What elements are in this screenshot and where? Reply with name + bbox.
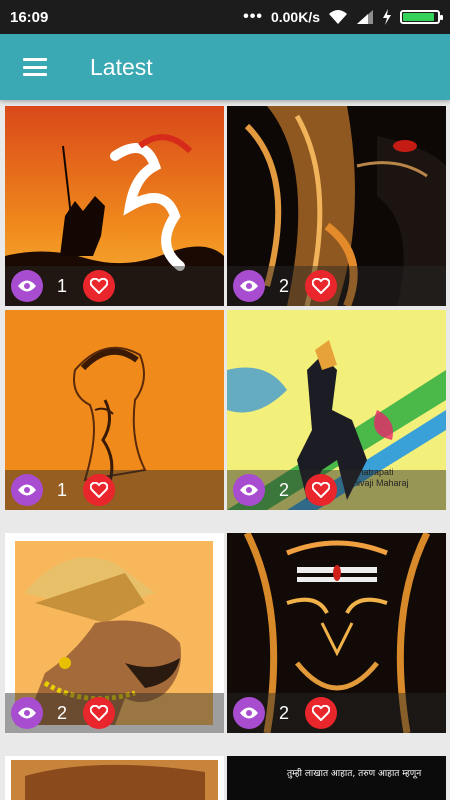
wallpaper-caption: तुम्ही लाखात आहात, तरुण आहात म्हणून xyxy=(287,769,422,779)
eye-icon xyxy=(18,707,36,719)
hamburger-icon xyxy=(23,58,47,76)
card-actions: 1 xyxy=(5,266,224,306)
view-count: 1 xyxy=(57,275,68,296)
views-button[interactable] xyxy=(233,474,265,506)
wifi-icon xyxy=(329,10,347,24)
heart-icon xyxy=(312,278,331,294)
heart-icon xyxy=(312,705,331,721)
wallpaper-card[interactable]: Chhatrapati Shivaji Maharaj 2 xyxy=(227,310,446,510)
wallpaper-card[interactable] xyxy=(5,756,224,800)
eye-icon xyxy=(18,280,36,292)
eye-icon xyxy=(18,484,36,496)
wallpaper-card[interactable]: 1 xyxy=(5,106,224,306)
status-time: 16:09 xyxy=(10,8,49,26)
wallpaper-card[interactable]: 2 xyxy=(5,533,224,733)
favorite-button[interactable] xyxy=(83,697,116,729)
card-actions: 2 xyxy=(227,470,446,510)
menu-button[interactable] xyxy=(0,34,70,100)
card-actions: 1 xyxy=(5,470,224,510)
views-button[interactable] xyxy=(11,697,43,729)
card-actions: 2 xyxy=(227,266,446,306)
favorite-button[interactable] xyxy=(305,697,338,729)
notification-dots: ••• xyxy=(243,8,263,25)
wallpaper-card[interactable]: 2 xyxy=(227,533,446,733)
favorite-button[interactable] xyxy=(305,474,338,506)
views-button[interactable] xyxy=(233,697,265,729)
charging-icon xyxy=(383,9,391,25)
favorite-button[interactable] xyxy=(305,270,338,302)
app-bar: Latest xyxy=(0,34,450,100)
card-actions: 2 xyxy=(227,693,446,733)
favorite-button[interactable] xyxy=(83,474,116,506)
battery-icon xyxy=(400,10,443,24)
views-button[interactable] xyxy=(233,270,265,302)
page-title: Latest xyxy=(90,53,153,80)
wallpaper-card[interactable]: 1 xyxy=(5,310,224,510)
wallpaper-card[interactable]: तुम्ही लाखात आहात, तरुण आहात म्हणून xyxy=(227,756,446,800)
eye-icon xyxy=(240,484,258,496)
view-count: 2 xyxy=(279,275,290,296)
status-indicators: ••• 0.00K/s xyxy=(243,8,443,26)
views-button[interactable] xyxy=(11,270,43,302)
heart-icon xyxy=(312,482,331,498)
eye-icon xyxy=(240,280,258,292)
views-button[interactable] xyxy=(11,474,43,506)
view-count: 2 xyxy=(279,479,290,500)
wallpaper-image xyxy=(5,756,224,800)
eye-icon xyxy=(240,707,258,719)
status-bar: 16:09 ••• 0.00K/s xyxy=(0,0,450,34)
view-count: 2 xyxy=(57,702,68,723)
signal-icon xyxy=(357,10,373,24)
favorite-button[interactable] xyxy=(83,270,116,302)
network-speed: 0.00K/s xyxy=(270,9,320,25)
heart-icon xyxy=(90,278,109,294)
view-count: 2 xyxy=(279,702,290,723)
heart-icon xyxy=(90,705,109,721)
wallpaper-card[interactable]: 2 xyxy=(227,106,446,306)
view-count: 1 xyxy=(57,479,68,500)
heart-icon xyxy=(90,482,109,498)
card-actions: 2 xyxy=(5,693,224,733)
